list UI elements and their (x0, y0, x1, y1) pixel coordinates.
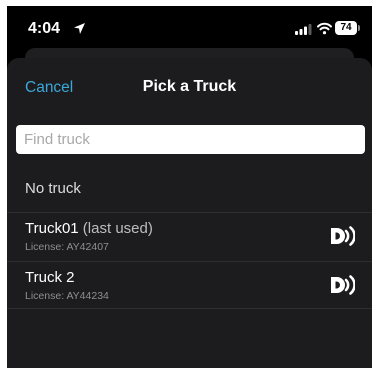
location-arrow-icon (74, 23, 85, 34)
license-number: AY42407 (66, 241, 109, 253)
last-used-label: (last used) (78, 220, 153, 237)
truck-picker-sheet: Cancel Pick a Truck No truck Truck01 (la… (7, 58, 372, 368)
no-truck-option[interactable]: No truck (7, 160, 372, 212)
no-truck-label: No truck (25, 180, 81, 197)
search-input[interactable] (16, 125, 365, 154)
phone-screen: 4:04 74 Cancel Pick a Truck No truck (7, 6, 372, 368)
battery-nub (358, 25, 360, 31)
battery-icon: 74 (335, 21, 357, 35)
status-bar: 4:04 74 (7, 6, 372, 54)
license-prefix: License: (25, 290, 67, 302)
truck-name: Truck01 (last used) (25, 220, 153, 237)
truck-name-text: Truck 2 (25, 269, 75, 286)
truck-row-truck-2[interactable]: Truck 2 License: AY44234 (7, 261, 372, 310)
row-divider (7, 212, 372, 213)
rfid-signal-icon (331, 226, 355, 246)
row-divider (7, 261, 372, 262)
license-prefix: License: (25, 241, 67, 253)
nav-bar: Cancel Pick a Truck (7, 58, 372, 111)
truck-license: License: AY42407 (25, 241, 109, 253)
truck-name: Truck 2 (25, 269, 74, 286)
list-end-divider (7, 308, 372, 309)
wifi-icon (317, 22, 332, 35)
rfid-signal-icon (331, 275, 355, 295)
license-number: AY44234 (66, 290, 109, 302)
signal-icon (295, 24, 312, 35)
truck-row-truck01[interactable]: Truck01 (last used) License: AY42407 (7, 212, 372, 261)
page-title: Pick a Truck (142, 78, 237, 95)
status-time: 4:04 (28, 20, 61, 37)
truck-license: License: AY44234 (25, 290, 109, 302)
truck-name-text: Truck01 (25, 220, 79, 237)
